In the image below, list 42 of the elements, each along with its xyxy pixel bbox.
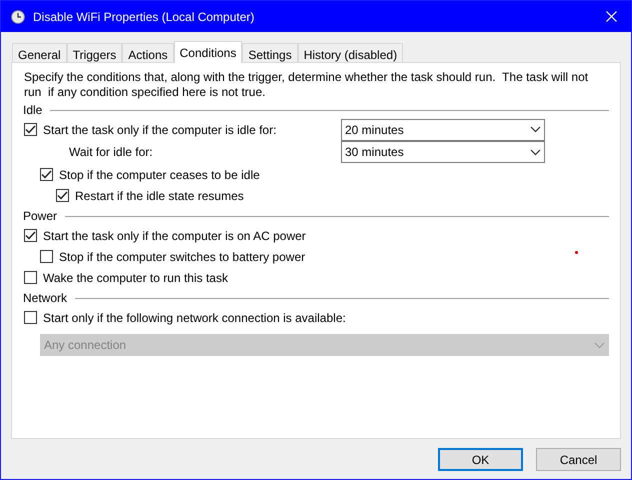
chevron-down-icon (594, 342, 605, 348)
dropdown[interactable]: 20 minutes (341, 118, 545, 140)
section-heading: Power (23, 208, 58, 225)
checkbox-label: Wake the computer to run this task (43, 270, 228, 286)
checkmark-icon (57, 191, 68, 200)
checkbox-label: Start only if the following network connection is available: (43, 310, 346, 326)
tab[interactable]: History (disabled) (298, 43, 404, 62)
chevron-down-icon (530, 126, 541, 133)
dropdown-value: Any connection (44, 337, 126, 354)
tab[interactable]: Conditions (174, 41, 242, 63)
description-text: Specify the conditions that, along with the trigger, determine whether the task should run. The task will not run if any condition specified here is not true. (24, 70, 590, 100)
close-icon[interactable] (606, 11, 617, 22)
tab[interactable]: Actions (122, 43, 174, 62)
checkbox-label: Start the task only if the computer is idle for: (43, 122, 276, 138)
dropdown[interactable]: 30 minutes (341, 141, 545, 163)
dialog-button[interactable]: Cancel (536, 448, 621, 471)
checkmark-icon (25, 231, 36, 240)
checkbox[interactable] (40, 250, 53, 263)
dropdown-value: 20 minutes (345, 122, 404, 138)
section-heading: Network (23, 290, 68, 307)
dropdown-value: 30 minutes (345, 144, 404, 161)
checkbox[interactable] (24, 123, 37, 136)
checkbox[interactable] (24, 271, 37, 284)
window-title: Disable WiFi Properties (Local Computer) (33, 8, 254, 26)
field-label: Wait for idle for: (68, 144, 154, 161)
tab[interactable]: Triggers (66, 43, 122, 62)
tab[interactable]: Settings (242, 43, 298, 62)
checkbox[interactable] (24, 229, 37, 242)
dialog-button[interactable]: OK (438, 448, 523, 471)
section-heading: Idle (23, 102, 42, 119)
checkbox-label: Restart if the idle state resumes (75, 188, 244, 204)
chevron-down-icon (530, 148, 541, 156)
checkbox-label: Stop if the computer ceases to be idle (59, 166, 260, 184)
checkbox-label: Start the task only if the computer is on AC power (43, 228, 306, 244)
checkbox[interactable] (56, 189, 69, 202)
tab[interactable]: General (12, 43, 67, 62)
checkbox-label: Stop if the computer switches to battery power (59, 248, 306, 266)
checkmark-icon (41, 170, 52, 179)
checkbox[interactable] (40, 168, 53, 181)
checkbox[interactable] (24, 311, 37, 324)
checkmark-icon (25, 125, 36, 134)
clock-icon (11, 10, 25, 24)
